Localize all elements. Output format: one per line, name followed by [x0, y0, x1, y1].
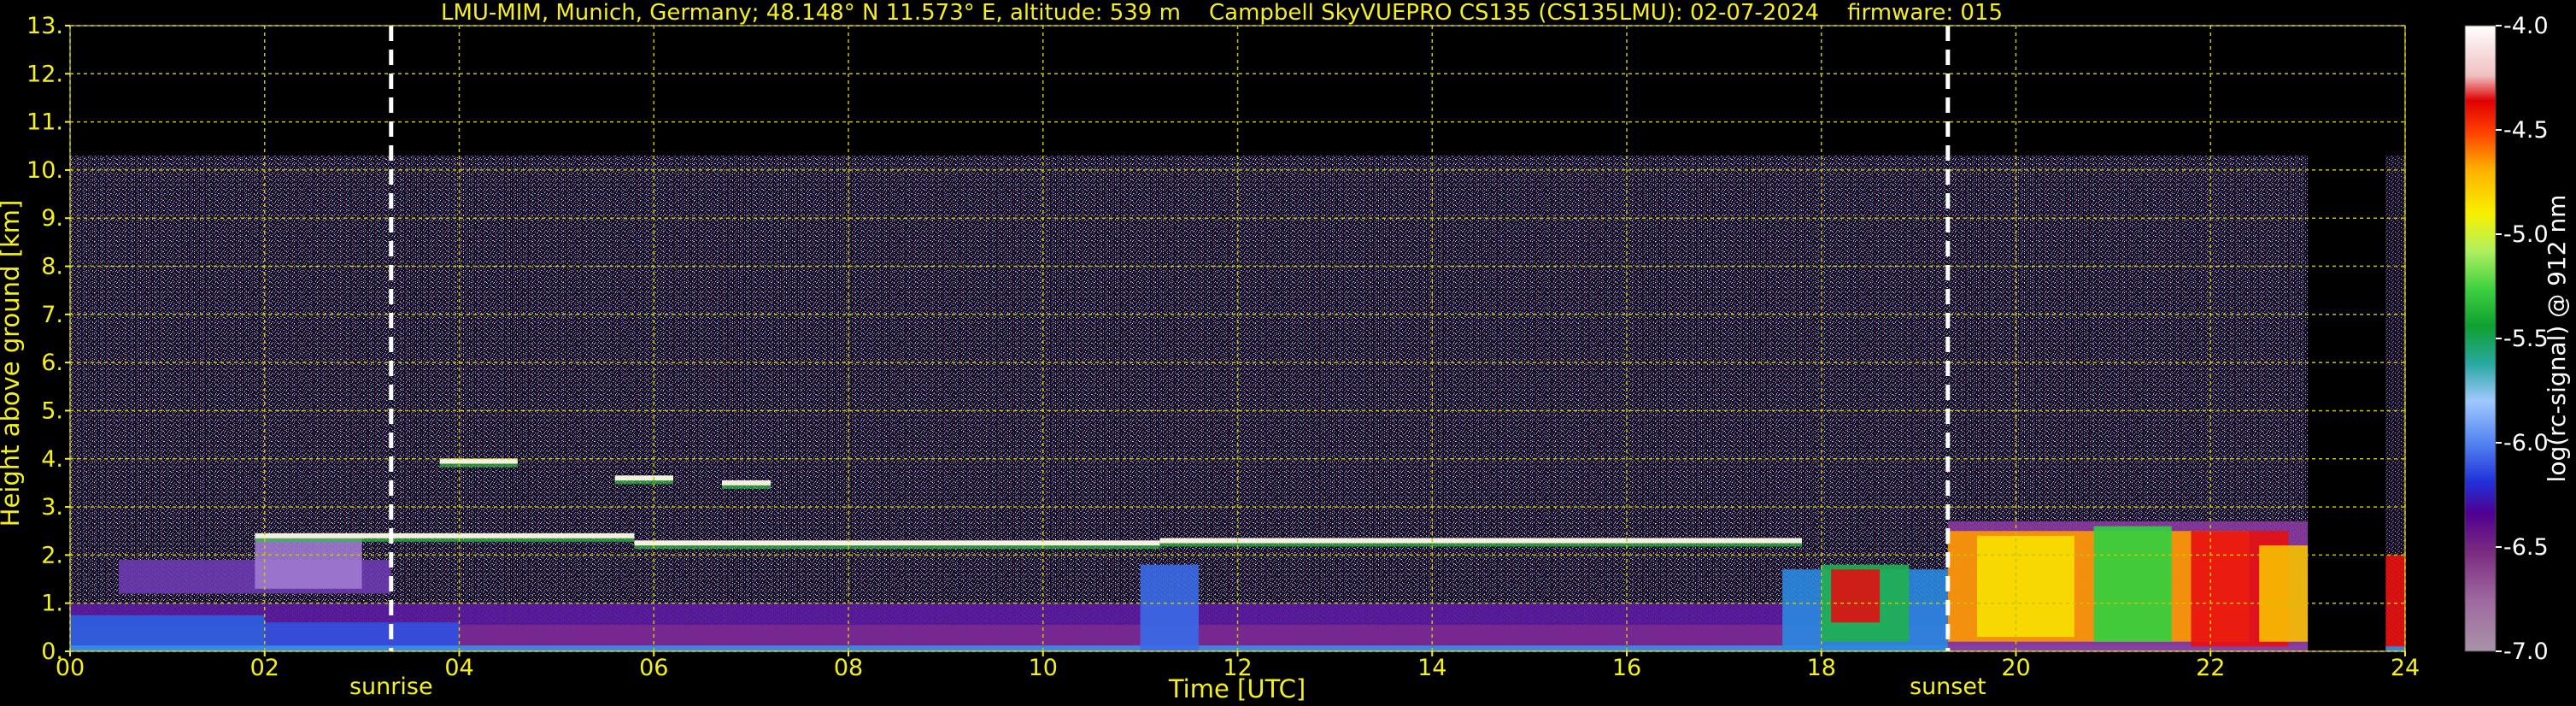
boundary-band [2093, 526, 2172, 642]
x-tick-label: 22 [2196, 655, 2225, 681]
colorbar-gradient [2464, 25, 2497, 652]
y-tick-label: 8. [41, 254, 63, 280]
y-tick-label: 12. [26, 61, 63, 87]
cloud-layer [634, 540, 1160, 546]
no-data-gap [2308, 26, 2386, 651]
colorbar-tick-label: -4.5 [2503, 117, 2549, 144]
cloud-layer-edge [721, 485, 771, 489]
colorbar-label: log(rc-signal) @ 912 nm [2543, 195, 2571, 483]
y-tick-label: 11. [26, 109, 63, 136]
y-tick-label: 6. [41, 350, 63, 376]
y-tick-label: 9. [41, 205, 63, 232]
cloud-layer-edge [634, 545, 1160, 550]
colorbar-tick-label: -5.0 [2503, 221, 2549, 248]
y-tick-label: 1. [41, 591, 63, 617]
x-tick-label: 18 [1807, 655, 1836, 681]
x-axis-label: Time [UTC] [1168, 674, 1306, 703]
cloud-layer [721, 479, 771, 485]
x-tick-label: 24 [2391, 655, 2420, 681]
y-tick-label: 3. [41, 494, 63, 521]
boundary-band [255, 535, 362, 589]
cloud-layer-edge [439, 463, 518, 468]
boundary-band [2385, 555, 2405, 647]
colorbar-tick-label: -7.0 [2503, 638, 2549, 665]
x-tick-label: 10 [1029, 655, 1058, 681]
x-tick-label: 14 [1417, 655, 1446, 681]
y-axis-label: Height above ground [km] [0, 200, 25, 527]
y-tick-label: 13. [26, 13, 63, 39]
y-tick-label: 7. [41, 302, 63, 328]
boundary-band [1140, 564, 1199, 651]
x-tick-label: 20 [2001, 655, 2030, 681]
x-tick-label: 02 [250, 655, 279, 681]
y-tick-label: 5. [41, 397, 63, 424]
cloud-layer [439, 458, 518, 464]
sun-label: sunset [1910, 674, 1986, 700]
y-tick-label: 10. [26, 157, 63, 184]
boundary-band [1976, 535, 2074, 638]
x-tick-label: 16 [1612, 655, 1641, 681]
cloud-layer-edge [1159, 543, 1802, 547]
backscatter-field [70, 26, 2405, 651]
cloud-layer-edge [614, 480, 674, 485]
y-tick-label: 2. [41, 542, 63, 568]
cloud-layer [1159, 538, 1802, 544]
colorbar-tick-label: -5.5 [2503, 326, 2549, 352]
cloud-layer-edge [255, 538, 635, 542]
x-tick-label: 08 [834, 655, 863, 681]
colorbar-tick-label: -6.0 [2503, 430, 2549, 456]
y-tick-label: 4. [41, 446, 63, 473]
colorbar: -4.0 -4.5 -5.0 -5.5 -6.0 -6.5 -7.0 [2464, 13, 2549, 665]
cloud-layer [255, 532, 635, 538]
colorbar-tick-label: -4.0 [2503, 13, 2549, 39]
sun-label: sunrise [349, 674, 433, 700]
boundary-band [2259, 545, 2309, 642]
x-tick-label: 06 [639, 655, 668, 681]
x-tick-label: 04 [444, 655, 473, 681]
y-tick-label: 0. [41, 638, 63, 665]
boundary-band [1831, 569, 1881, 623]
colorbar-tick-label: -6.5 [2503, 534, 2549, 561]
cloud-layer [614, 475, 674, 481]
ceilometer-chart: sunrise sunset 00 02 04 06 08 10 12 14 16 18 20 22 24… [0, 13, 2571, 703]
